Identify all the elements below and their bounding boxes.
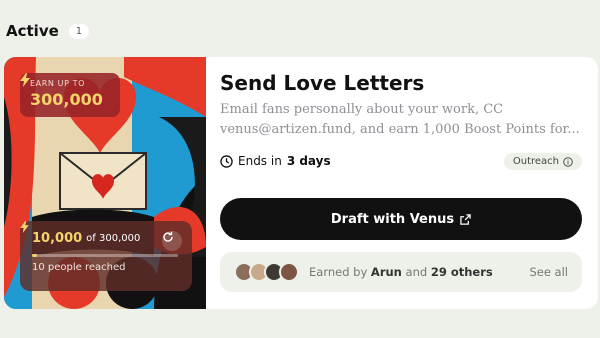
deadline-value: 3 days (286, 154, 331, 168)
campaign-description: Email fans personally about your work, C… (220, 102, 580, 137)
progress-value-text: 10,000 (32, 231, 83, 246)
external-link-icon (460, 213, 471, 225)
refresh-button[interactable] (162, 231, 182, 251)
earn-amount: 300,000 (20, 73, 110, 109)
progress-box: 10,000 of 300,000 10 people reached (20, 221, 192, 291)
category-tag-label: Outreach (512, 156, 559, 167)
earned-by-row: Earned by Arun and 29 others See all (220, 252, 582, 292)
earn-badge: EARN UP TO 300,000 (20, 73, 120, 117)
campaign-title: Send Love Letters (220, 71, 425, 95)
deadline-prefix: Ends in (238, 154, 282, 168)
lightning-icon (20, 221, 29, 233)
count-badge: 1 (68, 23, 89, 39)
campaign-card[interactable]: EARN UP TO 300,000 10,000 of 300,000 10 … (4, 57, 598, 309)
section-header: Active 1 (6, 22, 89, 40)
draft-with-venus-button[interactable]: Draft with Venus (220, 198, 582, 240)
section-title: Active (6, 22, 59, 40)
deadline: Ends in 3 days (220, 154, 331, 168)
earned-text: Earned by Arun and 29 others (309, 265, 493, 279)
category-tag[interactable]: Outreach (503, 153, 582, 170)
avatar (279, 262, 299, 282)
avatar-stack (234, 262, 299, 282)
progress-total: of 300,000 (86, 233, 141, 244)
earned-name: Arun (370, 265, 402, 279)
earn-label: EARN UP TO (30, 79, 86, 88)
earn-amount-value: 300,000 (30, 90, 103, 109)
earned-joiner: and (405, 265, 428, 279)
cta-label: Draft with Venus (330, 211, 455, 227)
progress-value: 10,000 (20, 221, 83, 246)
progress-track (32, 254, 178, 257)
clock-icon (220, 154, 233, 168)
progress-fill (32, 254, 37, 257)
earned-prefix: Earned by (309, 265, 368, 279)
see-all-link[interactable]: See all (529, 265, 568, 279)
lightning-icon (20, 73, 30, 87)
campaign-artwork: EARN UP TO 300,000 10,000 of 300,000 10 … (4, 57, 206, 309)
info-icon (563, 156, 573, 167)
refresh-icon (163, 231, 173, 242)
earned-others: 29 others (430, 265, 493, 279)
card-content: Send Love Letters Email fans personally … (220, 57, 584, 309)
people-reached: 10 people reached (32, 262, 126, 273)
